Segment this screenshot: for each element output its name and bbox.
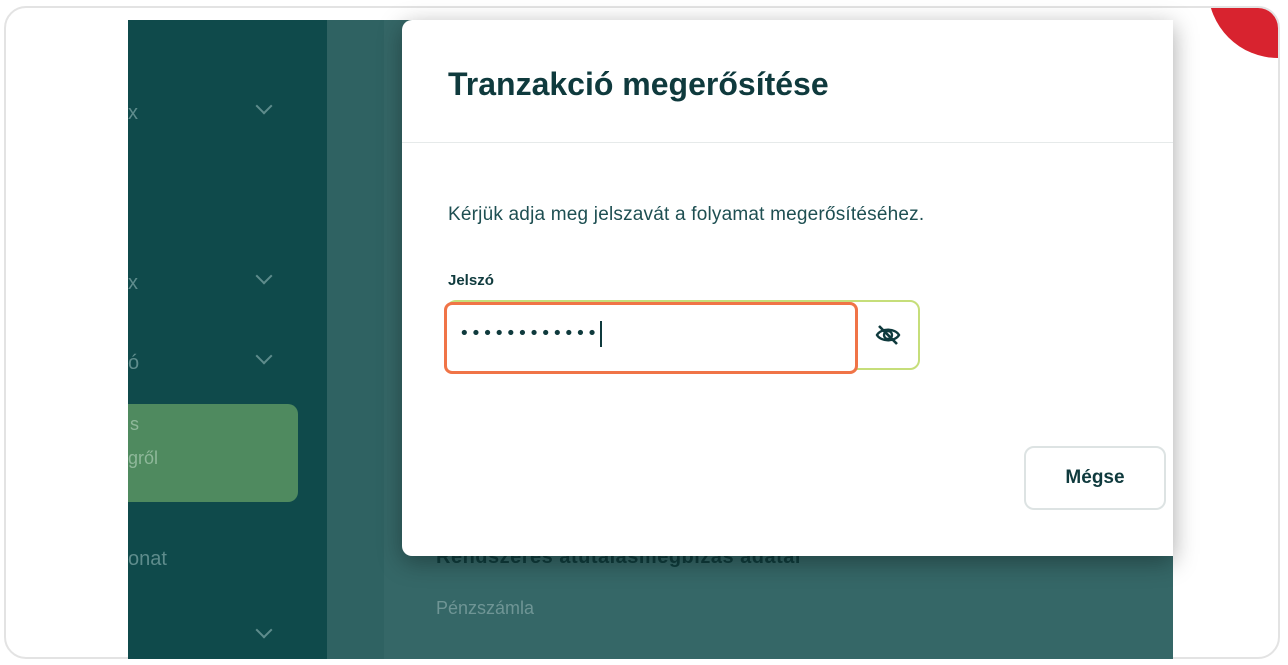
toggle-password-visibility-button[interactable] xyxy=(858,302,918,368)
password-value: •••••••••••• xyxy=(459,323,599,344)
sidebar-item-label: onat xyxy=(128,548,167,570)
sidebar-item-label: x xyxy=(128,272,138,294)
background-field-label: Pénzszámla xyxy=(436,598,535,618)
password-label: Jelszó xyxy=(448,272,494,289)
chevron-down-icon xyxy=(255,621,273,639)
sidebar-item-3[interactable]: ó xyxy=(128,344,327,384)
sidebar: x x ó s gről onat xyxy=(128,20,327,659)
eye-slash-icon xyxy=(875,325,901,345)
brand-corner-shape xyxy=(1208,8,1278,58)
sidebar-item-4[interactable]: onat xyxy=(128,540,327,580)
confirm-transaction-modal: Tranzakció megerősítése Kérjük adja meg … xyxy=(402,20,1173,556)
sidebar-item-5[interactable] xyxy=(128,618,327,658)
chevron-down-icon xyxy=(255,267,273,285)
sidebar-active-line1: s xyxy=(130,414,139,434)
chevron-down-icon xyxy=(255,97,273,115)
cancel-button[interactable]: Mégse xyxy=(1024,446,1166,510)
chevron-down-icon xyxy=(255,347,273,365)
sidebar-item-1[interactable]: x xyxy=(128,94,327,134)
sidebar-item-label: ó xyxy=(128,352,140,374)
password-field[interactable]: •••••••••••• xyxy=(444,302,858,374)
sidebar-item-label: x xyxy=(128,102,138,124)
sidebar-active-line2: gről xyxy=(128,448,159,468)
sidebar-item-2[interactable]: x xyxy=(128,264,327,304)
modal-divider xyxy=(402,142,1173,143)
modal-message: Kérjük adja meg jelszavát a folyamat meg… xyxy=(448,204,925,225)
text-caret xyxy=(600,321,603,347)
sidebar-item-active[interactable]: s gről xyxy=(128,404,298,502)
modal-title: Tranzakció megerősítése xyxy=(448,66,829,102)
